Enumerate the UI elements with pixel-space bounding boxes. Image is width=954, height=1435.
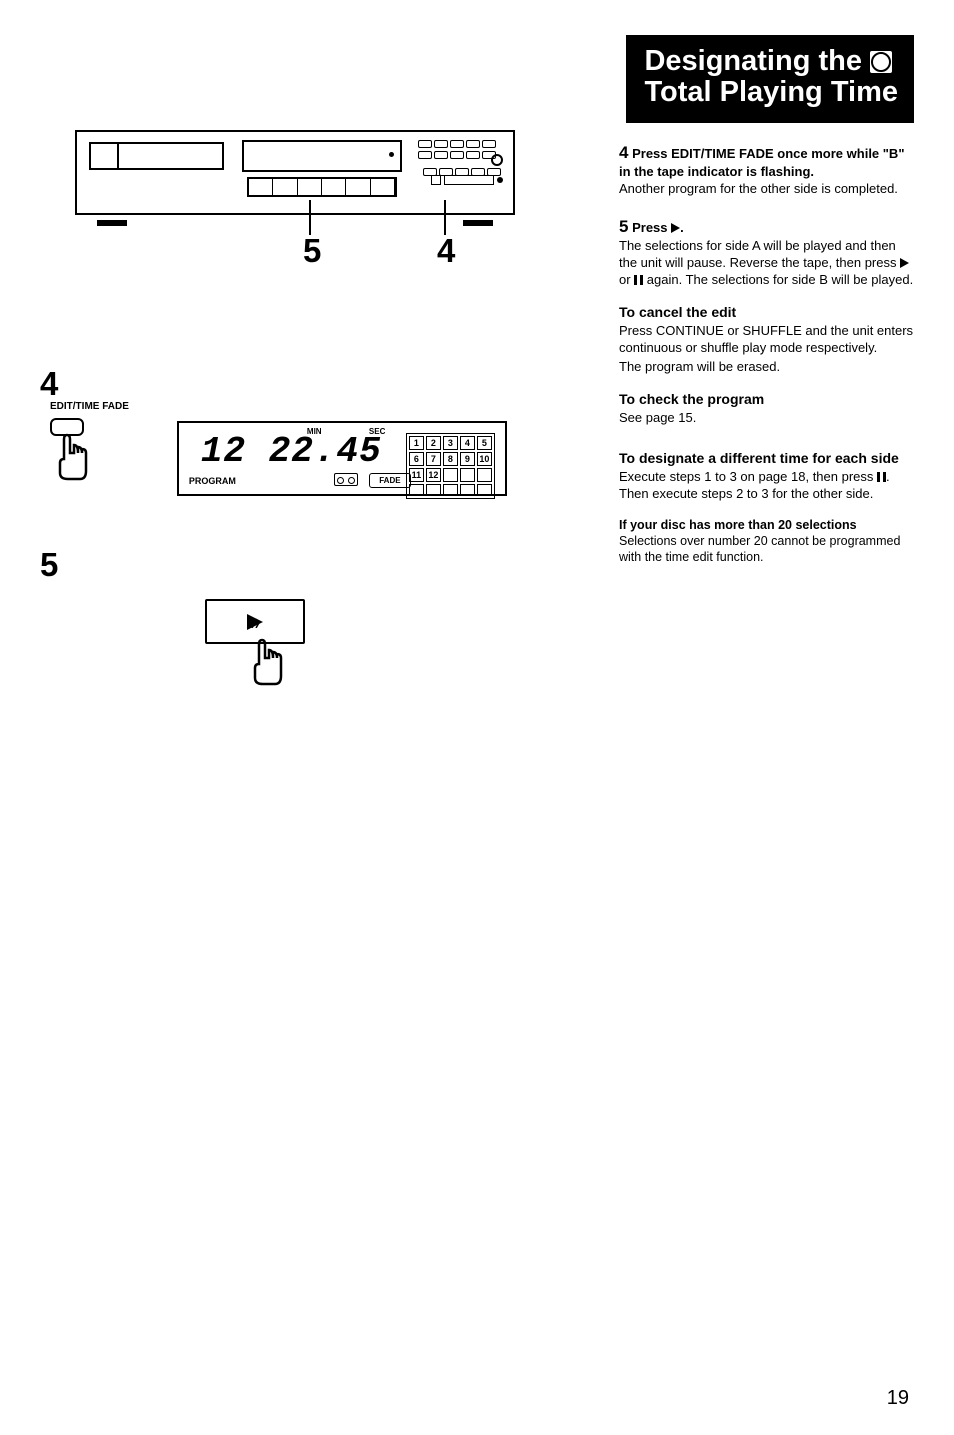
pause-icon <box>634 275 643 285</box>
page-title-block: Designating the Total Playing Time <box>626 35 914 123</box>
press-spark-icon <box>248 616 262 628</box>
r-step-5-head-post: . <box>680 220 684 235</box>
callout-5: 5 <box>303 232 321 270</box>
step-5-number: 5 <box>40 546 555 584</box>
step-5-illustration: 5 <box>55 546 555 691</box>
track-grid: 12345 678910 1112 <box>406 433 495 499</box>
right-text-column: 4 Press EDIT/TIME FADE once more while "… <box>619 140 914 565</box>
hand-press-icon <box>50 433 92 481</box>
r-step-5-body-c: again. The selections for side B will be… <box>643 272 913 287</box>
r-step-4-num: 4 <box>619 143 628 162</box>
transport-buttons <box>247 177 397 197</box>
tape-icon <box>334 473 358 486</box>
play-icon <box>900 258 909 268</box>
page-title-line1: Designating the <box>644 45 898 78</box>
edit-time-fade-label: EDIT/TIME FADE <box>50 401 129 412</box>
track-number: 12 <box>201 431 246 472</box>
title-text-1: Designating the <box>644 45 862 78</box>
lower-right-controls <box>431 175 503 185</box>
lcd-display-panel: MIN SEC 12 22.45 PROGRAM FADE 12345 6789… <box>177 421 507 496</box>
diff-body-a: Execute steps 1 to 3 on page 18, then pr… <box>619 469 877 484</box>
cancel-edit-body1: Press CONTINUE or SHUFFLE and the unit e… <box>619 323 914 357</box>
cancel-edit-heading: To cancel the edit <box>619 303 914 321</box>
display-window <box>242 140 402 172</box>
page-title-line2: Total Playing Time <box>644 76 898 109</box>
r-step-5-body-a: The selections for side A will be played… <box>619 238 900 270</box>
check-program-body: See page 15. <box>619 410 914 427</box>
diff-time-heading: To designate a different time for each s… <box>619 449 914 467</box>
cancel-edit-body2: The program will be erased. <box>619 359 914 376</box>
check-program-heading: To check the program <box>619 390 914 408</box>
fade-indicator: FADE <box>369 473 411 488</box>
r-step-5-head-pre: Press <box>632 220 671 235</box>
disc-icon <box>870 51 892 73</box>
left-column: 5 4 4 EDIT/TIME FADE MIN SEC <box>55 130 555 691</box>
hand-press-icon <box>245 638 287 686</box>
step-5-text: 5 Press . The selections for side A will… <box>619 216 914 289</box>
note-heading: If your disc has more than 20 selections <box>619 517 914 533</box>
step-4-text: 4 Press EDIT/TIME FADE once more while "… <box>619 142 914 198</box>
time-value: 22.45 <box>269 431 382 472</box>
callout-4: 4 <box>437 232 455 270</box>
disc-tray <box>89 142 224 170</box>
note-body: Selections over number 20 cannot be prog… <box>619 533 914 566</box>
edit-time-fade-button-icon <box>50 418 129 486</box>
r-step-5-body-b: or <box>619 272 634 287</box>
program-indicator: PROGRAM <box>189 476 236 486</box>
seven-segment-display: 12 22.45 <box>201 431 382 472</box>
knob-icon <box>491 154 503 166</box>
step-4-number: 4 <box>40 365 58 403</box>
r-step-5-num: 5 <box>619 217 628 236</box>
r-step-4-body: Another program for the other side is co… <box>619 181 898 196</box>
play-button-icon <box>205 599 305 644</box>
step-4-illustration: 4 <box>55 365 555 403</box>
r-step-4-head: Press EDIT/TIME FADE once more while "B"… <box>619 146 904 179</box>
page-number: 19 <box>887 1387 909 1410</box>
diff-time-body: Execute steps 1 to 3 on page 18, then pr… <box>619 469 914 503</box>
play-icon <box>671 223 680 233</box>
pause-icon <box>877 472 886 482</box>
